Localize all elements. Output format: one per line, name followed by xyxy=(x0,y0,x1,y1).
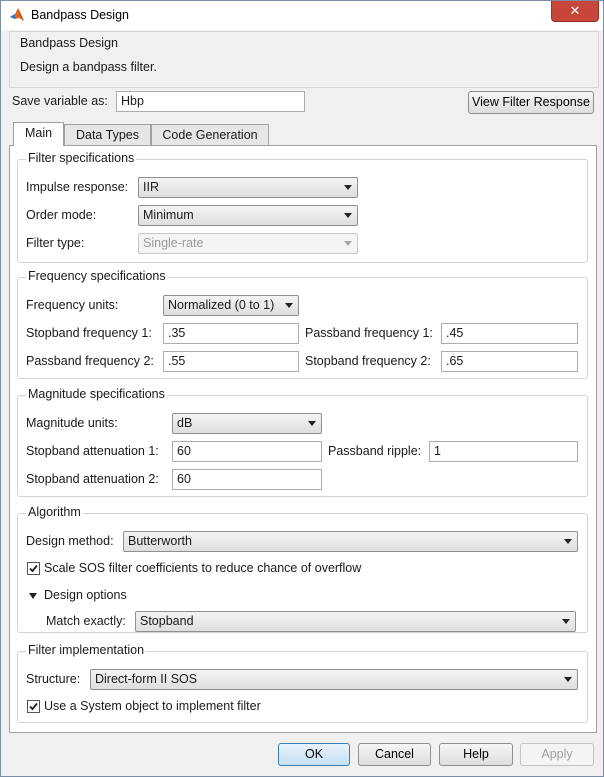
help-button[interactable]: Help xyxy=(439,743,513,766)
frequency-specifications-title: Frequency specifications xyxy=(26,269,168,283)
matlab-logo-icon xyxy=(10,8,24,21)
impulse-response-select[interactable]: IIR xyxy=(138,177,358,198)
passband-frequency-2-label: Passband frequency 2: xyxy=(26,354,154,368)
stopband-attenuation-1-label: Stopband attenuation 1: xyxy=(26,444,159,458)
close-icon: ✕ xyxy=(569,3,581,18)
filter-specifications-group: Filter specifications Impulse response: … xyxy=(17,151,588,263)
algorithm-group: Algorithm Design method: Butterworth Sca… xyxy=(17,505,588,633)
view-filter-response-button[interactable]: View Filter Response xyxy=(468,91,594,114)
passband-frequency-1-input[interactable]: .45 xyxy=(441,323,578,344)
ok-button[interactable]: OK xyxy=(278,743,350,766)
tab-code-generation[interactable]: Code Generation xyxy=(151,124,269,146)
stopband-frequency-1-input[interactable]: .35 xyxy=(163,323,299,344)
close-button[interactable]: ✕ xyxy=(551,1,599,22)
magnitude-units-select[interactable]: dB xyxy=(172,413,322,434)
impulse-response-label: Impulse response: xyxy=(26,180,129,194)
frequency-units-label: Frequency units: xyxy=(26,298,119,312)
frequency-specifications-group: Frequency specifications Frequency units… xyxy=(17,269,588,379)
passband-frequency-2-input[interactable]: .55 xyxy=(163,351,299,372)
system-object-checkbox[interactable] xyxy=(27,700,40,713)
chevron-down-icon xyxy=(344,185,352,190)
scale-sos-checkbox[interactable] xyxy=(27,562,40,575)
stopband-attenuation-1-input[interactable]: 60 xyxy=(172,441,322,462)
order-mode-label: Order mode: xyxy=(26,208,97,222)
match-exactly-label: Match exactly: xyxy=(46,614,126,628)
chevron-down-icon xyxy=(344,241,352,246)
filter-type-label: Filter type: xyxy=(26,236,85,250)
structure-select[interactable]: Direct-form II SOS xyxy=(90,669,578,690)
passband-frequency-1-label: Passband frequency 1: xyxy=(305,326,433,340)
frequency-units-value: Normalized (0 to 1) xyxy=(168,298,275,312)
chevron-down-icon xyxy=(564,677,572,682)
magnitude-specifications-group: Magnitude specifications Magnitude units… xyxy=(17,387,588,497)
design-method-select[interactable]: Butterworth xyxy=(123,531,578,552)
scale-sos-label[interactable]: Scale SOS filter coefficients to reduce … xyxy=(44,561,361,575)
structure-value: Direct-form II SOS xyxy=(95,672,198,686)
tab-main[interactable]: Main xyxy=(13,122,64,146)
filter-type-select[interactable]: Single-rate xyxy=(138,233,358,254)
save-variable-label: Save variable as: xyxy=(12,94,108,108)
system-object-label[interactable]: Use a System object to implement filter xyxy=(44,699,261,713)
passband-ripple-input[interactable]: 1 xyxy=(429,441,578,462)
save-variable-input[interactable]: Hbp xyxy=(116,91,305,112)
filter-specifications-title: Filter specifications xyxy=(26,151,137,165)
stopband-frequency-2-label: Stopband frequency 2: xyxy=(305,354,431,368)
tab-data-types[interactable]: Data Types xyxy=(64,124,151,146)
stopband-frequency-2-input[interactable]: .65 xyxy=(441,351,578,372)
filter-implementation-title: Filter implementation xyxy=(26,643,147,657)
order-mode-select[interactable]: Minimum xyxy=(138,205,358,226)
design-options-label[interactable]: Design options xyxy=(44,588,127,602)
header-title: Bandpass Design xyxy=(20,36,118,50)
filter-implementation-group: Filter implementation Structure: Direct-… xyxy=(17,643,588,723)
algorithm-title: Algorithm xyxy=(26,505,83,519)
design-method-label: Design method: xyxy=(26,534,114,548)
magnitude-specifications-title: Magnitude specifications xyxy=(26,387,167,401)
passband-ripple-label: Passband ripple: xyxy=(328,444,422,458)
chevron-down-icon xyxy=(562,619,570,624)
checkmark-icon xyxy=(29,564,38,573)
header-description: Design a bandpass filter. xyxy=(20,60,157,74)
filter-type-value: Single-rate xyxy=(143,236,204,250)
header-panel: Bandpass Design Design a bandpass filter… xyxy=(9,31,599,88)
dialog-window: Bandpass Design ✕ Bandpass Design Design… xyxy=(0,0,604,777)
expand-triangle-icon[interactable] xyxy=(29,593,37,599)
design-method-value: Butterworth xyxy=(128,534,192,548)
magnitude-units-value: dB xyxy=(177,416,193,430)
magnitude-units-label: Magnitude units: xyxy=(26,416,118,430)
chevron-down-icon xyxy=(285,303,293,308)
structure-label: Structure: xyxy=(26,672,81,686)
stopband-attenuation-2-input[interactable]: 60 xyxy=(172,469,322,490)
checkmark-icon xyxy=(29,702,38,711)
frequency-units-select[interactable]: Normalized (0 to 1) xyxy=(163,295,299,316)
chevron-down-icon xyxy=(308,421,316,426)
order-mode-value: Minimum xyxy=(143,208,194,222)
match-exactly-value: Stopband xyxy=(140,614,194,628)
stopband-frequency-1-label: Stopband frequency 1: xyxy=(26,326,152,340)
window-title: Bandpass Design xyxy=(31,8,129,22)
match-exactly-select[interactable]: Stopband xyxy=(135,611,576,632)
main-tab-panel: Filter specifications Impulse response: … xyxy=(9,145,597,733)
chevron-down-icon xyxy=(564,539,572,544)
chevron-down-icon xyxy=(344,213,352,218)
apply-button[interactable]: Apply xyxy=(520,743,594,766)
stopband-attenuation-2-label: Stopband attenuation 2: xyxy=(26,472,159,486)
title-bar: Bandpass Design ✕ xyxy=(1,1,603,30)
cancel-button[interactable]: Cancel xyxy=(358,743,431,766)
impulse-response-value: IIR xyxy=(143,180,159,194)
